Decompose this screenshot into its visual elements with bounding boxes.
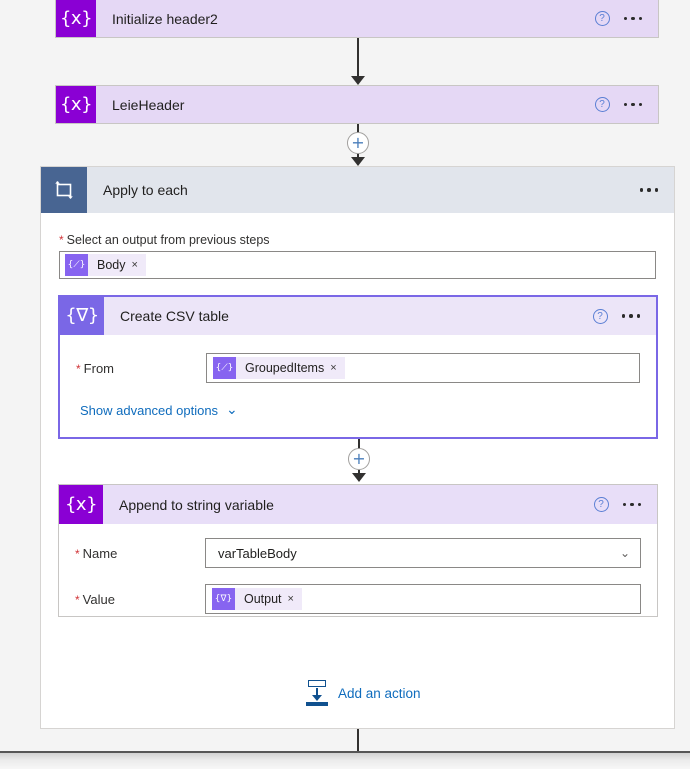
- token-expression-icon: {⟋}: [213, 357, 236, 379]
- chevron-down-icon[interactable]: ⌄: [620, 546, 634, 560]
- required-marker: *: [76, 361, 81, 376]
- help-icon[interactable]: ?: [594, 97, 610, 112]
- action-card-leieheader[interactable]: {x} LeieHeader ?: [55, 85, 659, 124]
- header-actions: ?: [594, 0, 659, 37]
- connector-line: [357, 38, 359, 80]
- token-expression-icon: {⟋}: [65, 254, 88, 276]
- more-options-icon[interactable]: [621, 314, 640, 318]
- action-title: Append to string variable: [119, 496, 274, 513]
- help-icon[interactable]: ?: [594, 11, 610, 26]
- help-icon[interactable]: ?: [593, 497, 609, 512]
- more-options-icon[interactable]: [623, 16, 642, 21]
- add-an-action-icon: [306, 680, 328, 706]
- variable-braces-x-icon: {x}: [59, 485, 103, 524]
- action-title: Create CSV table: [120, 308, 229, 324]
- loop-glyph: [55, 181, 73, 199]
- header-actions: ?: [594, 86, 659, 123]
- action-card-append-to-string-variable[interactable]: {x} Append to string variable ? * Name v…: [58, 484, 658, 617]
- action-card-body: * From {⟋} GroupedItems × Show advanced …: [60, 335, 656, 418]
- token-remove-icon[interactable]: ×: [132, 254, 146, 276]
- action-card-create-csv-table[interactable]: {∇} Create CSV table ? * From {⟋} Groupe…: [58, 295, 658, 439]
- insert-step-button[interactable]: +: [347, 132, 369, 154]
- select-output-input[interactable]: {⟋} Body ×: [59, 251, 656, 279]
- connector-line-below-loop: [357, 729, 359, 751]
- token-chip-groupeditems[interactable]: {⟋} GroupedItems ×: [213, 357, 345, 379]
- header-actions: ?: [592, 297, 657, 335]
- bottom-shadow-band: [0, 753, 690, 769]
- show-advanced-options-label: Show advanced options: [80, 403, 219, 418]
- help-icon[interactable]: ?: [592, 308, 608, 324]
- required-marker: *: [59, 233, 64, 247]
- required-marker: *: [75, 592, 80, 607]
- add-an-action-label: Add an action: [338, 685, 421, 701]
- variable-braces-x-icon: {x}: [56, 0, 96, 37]
- action-card-header[interactable]: {x} LeieHeader ?: [56, 86, 658, 123]
- token-label: GroupedItems: [245, 361, 325, 375]
- token-label: Body: [97, 258, 126, 272]
- token-chip-output[interactable]: {∇} Output ×: [212, 588, 302, 610]
- required-marker: *: [75, 546, 80, 561]
- token-remove-icon[interactable]: ×: [288, 588, 302, 610]
- field-row-value: * Value {∇} Output ×: [59, 574, 657, 620]
- token-expression-icon: {∇}: [212, 588, 235, 610]
- field-label-value: * Value: [75, 592, 205, 607]
- insert-step-button[interactable]: +: [348, 448, 370, 470]
- value-input[interactable]: {∇} Output ×: [205, 584, 641, 614]
- select-output-field: * Select an output from previous steps {…: [41, 233, 674, 279]
- data-operations-funnel-icon: {∇}: [60, 297, 104, 335]
- show-advanced-options-link[interactable]: Show advanced options ⌄: [60, 389, 656, 418]
- name-dropdown[interactable]: varTableBody ⌄: [205, 538, 641, 568]
- field-label-text: From: [83, 360, 115, 376]
- token-label: Output: [244, 592, 282, 606]
- token-chip-body[interactable]: {⟋} Body ×: [65, 254, 146, 276]
- more-options-icon[interactable]: [639, 188, 658, 192]
- add-an-action-button[interactable]: Add an action: [306, 680, 421, 706]
- action-card-header[interactable]: {x} Initialize header2 ?: [56, 0, 658, 37]
- action-title: LeieHeader: [112, 96, 185, 113]
- apply-to-each-title: Apply to each: [103, 182, 188, 198]
- select-output-label: * Select an output from previous steps: [59, 233, 656, 247]
- field-row-from: * From {⟋} GroupedItems ×: [60, 335, 656, 389]
- action-card-initialize-header2[interactable]: {x} Initialize header2 ?: [55, 0, 659, 38]
- action-card-body: * Name varTableBody ⌄ * Value {∇} Output…: [59, 524, 657, 620]
- field-label-from: * From: [76, 361, 206, 376]
- more-options-icon[interactable]: [622, 502, 641, 507]
- action-card-header[interactable]: {x} Append to string variable ?: [59, 485, 657, 524]
- connector-arrow: [351, 157, 365, 166]
- more-options-icon[interactable]: [623, 102, 642, 107]
- flow-designer-canvas: {x} Initialize header2 ? {x} LeieHeader …: [0, 0, 690, 776]
- field-label-text: Value: [82, 591, 115, 607]
- connector-arrow: [352, 473, 366, 482]
- apply-to-each-header[interactable]: Apply to each: [41, 167, 674, 213]
- loop-apply-to-each-icon: [41, 167, 87, 213]
- select-output-label-text: Select an output from previous steps: [66, 233, 270, 247]
- token-remove-icon[interactable]: ×: [330, 357, 344, 379]
- bottom-white-strip: [0, 769, 690, 776]
- field-label-name: * Name: [75, 546, 205, 561]
- name-dropdown-value: varTableBody: [218, 545, 297, 561]
- action-card-header[interactable]: {∇} Create CSV table ?: [60, 297, 656, 335]
- from-input[interactable]: {⟋} GroupedItems ×: [206, 353, 640, 383]
- action-title: Initialize header2: [112, 10, 218, 27]
- connector-arrow: [351, 76, 365, 85]
- header-actions: [639, 167, 675, 213]
- apply-to-each-container[interactable]: Apply to each * Select an output from pr…: [40, 166, 675, 729]
- field-label-text: Name: [82, 545, 118, 561]
- variable-braces-x-icon: {x}: [56, 86, 96, 123]
- chevron-down-icon: ⌄: [226, 402, 238, 419]
- header-actions: ?: [593, 485, 658, 524]
- field-row-name: * Name varTableBody ⌄: [59, 524, 657, 574]
